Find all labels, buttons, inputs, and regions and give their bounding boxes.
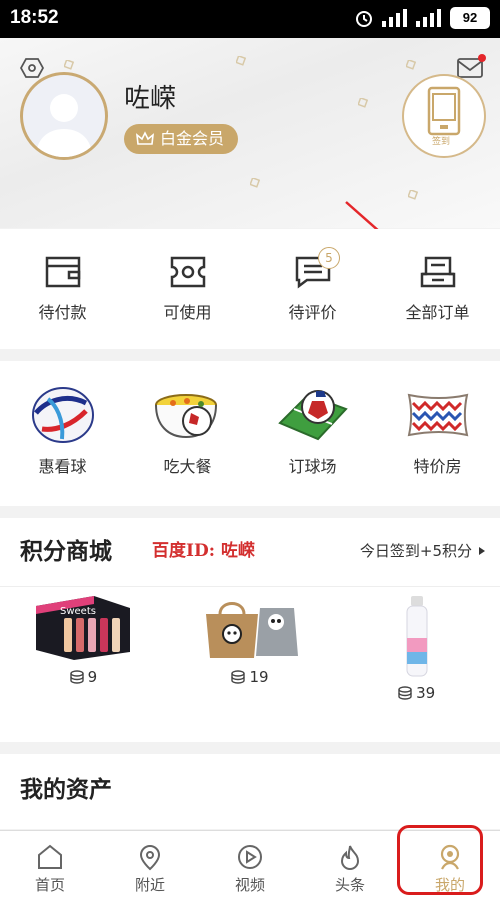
crown-icon bbox=[136, 131, 154, 145]
tab-label: 头条 bbox=[334, 876, 365, 894]
status-time: 18:52 bbox=[10, 7, 59, 28]
watermark-text: 百度ID: 咗嵘 bbox=[152, 541, 255, 561]
points-mall-card: 积分商城 百度ID: 咗嵘 今日签到+5积分 Sweets 9 19 39 bbox=[0, 518, 500, 742]
wallet-icon bbox=[45, 256, 80, 288]
vip-label: 白金会员 bbox=[160, 129, 225, 148]
user-icon bbox=[440, 844, 460, 870]
service-discount-room[interactable]: 特价房 bbox=[375, 361, 500, 506]
flame-icon bbox=[340, 845, 360, 870]
location-icon bbox=[139, 845, 161, 871]
decor-square-3 bbox=[406, 60, 416, 70]
services-card: 惠看球 吃大餐 订球场 特价房 bbox=[0, 361, 500, 506]
order-label: 可使用 bbox=[163, 303, 212, 322]
service-label: 惠看球 bbox=[38, 457, 87, 476]
order-label: 待评价 bbox=[288, 303, 337, 322]
product-points: 19 bbox=[249, 668, 269, 686]
services-grid: 惠看球 吃大餐 订球场 特价房 bbox=[0, 361, 500, 506]
play-icon bbox=[238, 845, 262, 869]
coin-stack-icon bbox=[231, 670, 246, 684]
decor-square-4 bbox=[358, 98, 368, 108]
assets-title: 我的资产 bbox=[20, 777, 112, 803]
checkin-points-label: 今日签到+5积分 bbox=[359, 542, 472, 560]
divider bbox=[0, 586, 500, 587]
pillow-icon bbox=[407, 393, 468, 437]
product-item[interactable]: 39 bbox=[333, 594, 500, 734]
service-label: 特价房 bbox=[413, 457, 462, 476]
order-item-pending-payment[interactable]: 待付款 bbox=[0, 229, 125, 349]
tab-label: 视频 bbox=[234, 876, 265, 894]
soup-bowl-icon bbox=[154, 394, 217, 439]
order-item-usable[interactable]: 可使用 bbox=[125, 229, 250, 349]
battery-level: 92 bbox=[462, 10, 478, 25]
tab-label: 我的 bbox=[434, 876, 465, 894]
tab-nearby[interactable]: 附近 bbox=[100, 831, 200, 901]
bottom-tab-bar: 首页 附近 视频 头条 我的 bbox=[0, 830, 500, 901]
service-book-pitch[interactable]: 订球场 bbox=[250, 361, 375, 506]
product-price: 39 bbox=[398, 684, 435, 702]
signal-icon-2 bbox=[416, 9, 441, 27]
spray-bottle-product-image bbox=[406, 596, 428, 677]
tote-bags-product-image bbox=[206, 602, 298, 658]
product-price: 9 bbox=[69, 668, 98, 686]
order-list-icon bbox=[420, 256, 455, 288]
tab-home[interactable]: 首页 bbox=[0, 831, 100, 901]
review-count-badge: 5 bbox=[318, 247, 340, 269]
mall-title: 积分商城 bbox=[20, 539, 112, 565]
default-avatar-icon bbox=[36, 94, 92, 157]
checkin-button[interactable]: 签到 bbox=[402, 74, 486, 158]
order-label: 全部订单 bbox=[405, 303, 470, 322]
triangle-right-icon bbox=[479, 546, 485, 555]
notification-dot bbox=[478, 54, 486, 62]
signal-icon bbox=[382, 9, 407, 27]
service-label: 订球场 bbox=[288, 457, 337, 476]
product-item[interactable]: 19 bbox=[167, 594, 334, 734]
coin-stack-icon bbox=[69, 670, 84, 684]
decor-square bbox=[64, 60, 74, 70]
order-label: 待付款 bbox=[38, 303, 87, 322]
avatar[interactable] bbox=[20, 72, 108, 160]
checkin-label: 签到 bbox=[432, 137, 451, 147]
order-item-all-orders[interactable]: 全部订单 bbox=[375, 229, 500, 349]
phone-icon bbox=[427, 86, 461, 136]
product-item[interactable]: Sweets 9 bbox=[0, 594, 167, 734]
assets-card: 我的资产 bbox=[0, 754, 500, 829]
product-points: 39 bbox=[416, 684, 436, 702]
ticket-icon bbox=[170, 256, 205, 288]
status-icons: 92 bbox=[354, 7, 490, 29]
alarm-icon bbox=[356, 11, 372, 27]
pitch-icon bbox=[277, 390, 348, 441]
orders-grid: 待付款 可使用 5 待评价 全部订单 bbox=[0, 229, 500, 349]
service-dining[interactable]: 吃大餐 bbox=[125, 361, 250, 506]
product-price: 19 bbox=[231, 668, 269, 686]
vip-badge[interactable]: 白金会员 bbox=[124, 124, 239, 154]
nail-polish-product-image: Sweets bbox=[36, 596, 131, 660]
username: 咗嵘 bbox=[124, 84, 177, 114]
decor-square-2 bbox=[236, 56, 246, 66]
coin-stack-icon bbox=[398, 686, 412, 700]
checkin-points-link[interactable]: 今日签到+5积分 bbox=[360, 540, 486, 561]
orders-card: 待付款 可使用 5 待评价 全部订单 bbox=[0, 229, 500, 349]
tab-label: 首页 bbox=[34, 876, 65, 894]
product-list: Sweets 9 19 39 bbox=[0, 594, 500, 734]
tab-video[interactable]: 视频 bbox=[200, 831, 300, 901]
battery-icon: 92 bbox=[450, 7, 490, 29]
home-icon bbox=[38, 844, 62, 869]
tab-mine[interactable]: 我的 bbox=[400, 831, 500, 901]
service-watch-football[interactable]: 惠看球 bbox=[0, 361, 125, 506]
decor-square-5 bbox=[250, 178, 260, 188]
product-points: 9 bbox=[87, 668, 98, 686]
status-bar: 18:52 92 bbox=[0, 0, 500, 38]
tab-label: 附近 bbox=[134, 876, 165, 894]
product-brand-text: Sweets bbox=[60, 606, 96, 617]
settings-icon[interactable] bbox=[20, 56, 44, 80]
tab-headlines[interactable]: 头条 bbox=[300, 831, 400, 901]
order-item-pending-review[interactable]: 5 待评价 bbox=[250, 229, 375, 349]
football-icon bbox=[31, 387, 94, 443]
service-label: 吃大餐 bbox=[163, 457, 212, 476]
